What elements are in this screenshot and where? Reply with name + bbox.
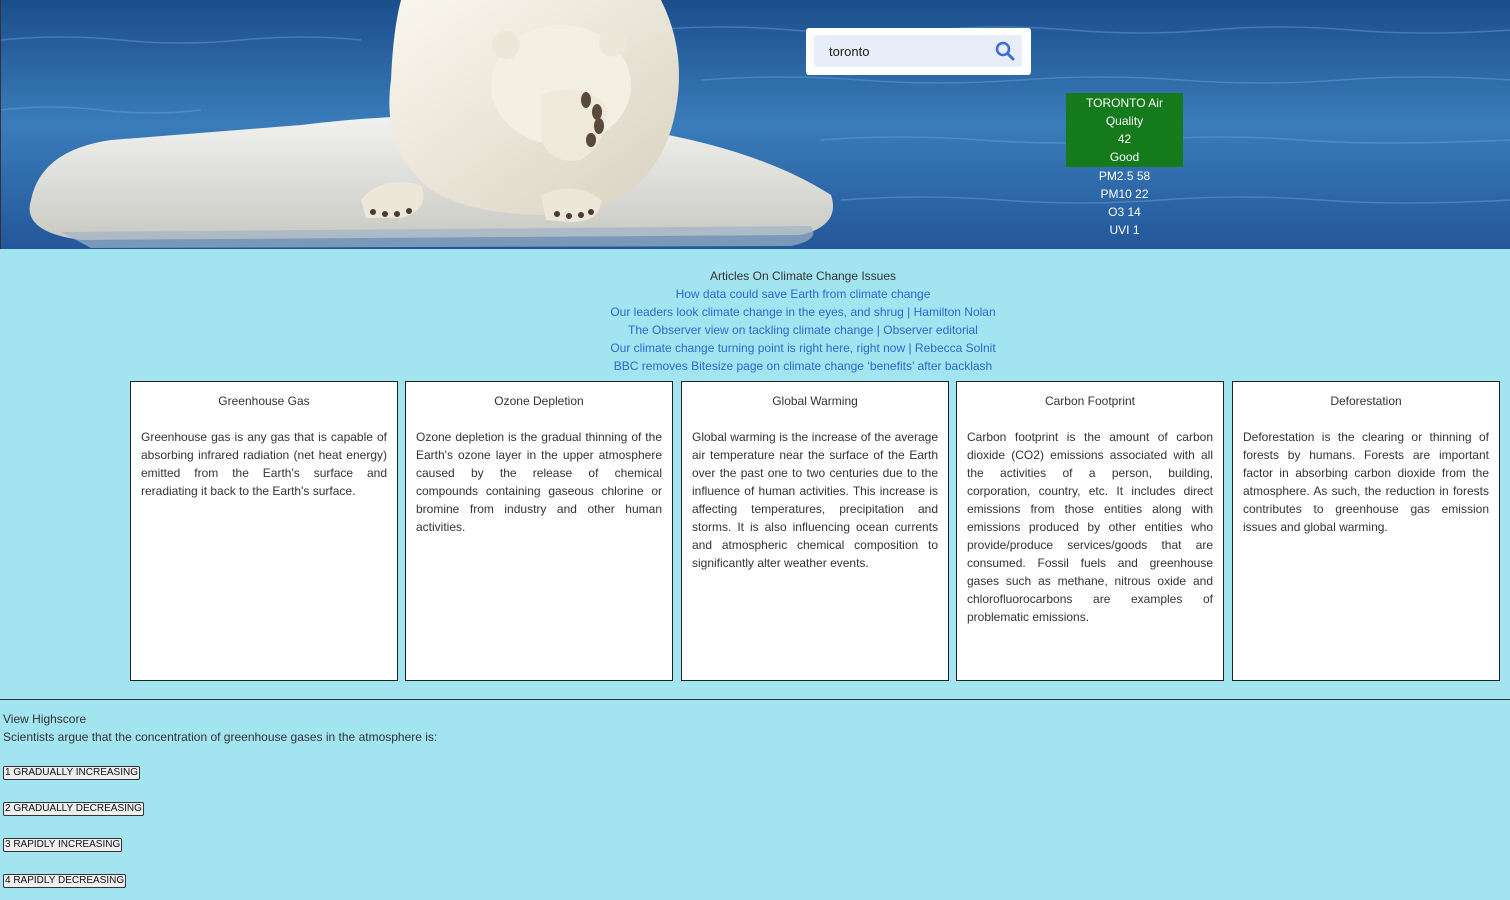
card-text: Ozone depletion is the gradual thinning … xyxy=(416,430,662,534)
info-card-greenhouse-gas: Greenhouse Gas Greenhouse gas is any gas… xyxy=(130,381,398,681)
article-link[interactable]: Our leaders look climate change in the e… xyxy=(0,303,1510,321)
air-quality-panel: TORONTO Air Quality 42 Good PM2.5 58 PM1… xyxy=(1066,93,1183,239)
search-box xyxy=(806,28,1031,75)
card-title: Ozone Depletion xyxy=(494,394,584,408)
info-card-deforestation: Deforestation Deforestation is the clear… xyxy=(1232,381,1500,681)
o3-reading: O3 14 xyxy=(1108,205,1141,219)
articles-section: Articles On Climate Change Issues How da… xyxy=(0,267,1510,375)
info-card-carbon-footprint: Carbon Footprint Carbon footprint is the… xyxy=(956,381,1224,681)
article-link[interactable]: How data could save Earth from climate c… xyxy=(0,285,1510,303)
article-link[interactable]: Our climate change turning point is righ… xyxy=(0,339,1510,357)
pm10-reading: PM10 22 xyxy=(1100,187,1149,201)
hero-banner: TORONTO Air Quality 42 Good PM2.5 58 PM1… xyxy=(0,0,1510,249)
city-search-input[interactable] xyxy=(814,35,1022,67)
quiz-section: View Highscore Scientists argue that the… xyxy=(3,710,438,888)
uvi-reading: UVI 1 xyxy=(1109,223,1140,237)
search-button[interactable] xyxy=(993,39,1017,63)
article-link[interactable]: BBC removes Bitesize page on climate cha… xyxy=(0,357,1510,375)
search-icon xyxy=(995,41,1015,61)
view-highscore-link[interactable]: View Highscore xyxy=(3,710,437,728)
answer-button-3[interactable]: 3 RAPIDLY INCREASING xyxy=(3,838,123,852)
card-text: Deforestation is the clearing or thinnin… xyxy=(1243,430,1489,534)
polar-bear-image xyxy=(1,0,1510,249)
section-divider xyxy=(0,699,1510,700)
air-quality-title: TORONTO Air Quality xyxy=(1086,96,1163,128)
card-text: Carbon footprint is the amount of carbon… xyxy=(967,430,1213,624)
air-quality-index: 42 xyxy=(1117,132,1132,146)
card-title: Deforestation xyxy=(1330,394,1402,408)
air-quality-summary: TORONTO Air Quality 42 Good xyxy=(1066,93,1183,167)
answer-button-4[interactable]: 4 RAPIDLY DECREASING xyxy=(3,874,127,888)
answer-button-1[interactable]: 1 GRADUALLY INCREASING xyxy=(3,766,141,780)
air-quality-status: Good xyxy=(1109,150,1140,164)
card-title: Global Warming xyxy=(772,394,858,408)
quiz-question: Scientists argue that the concentration … xyxy=(3,730,438,744)
info-card-ozone-depletion: Ozone Depletion Ozone depletion is the g… xyxy=(405,381,673,681)
answer-button-2[interactable]: 2 GRADUALLY DECREASING xyxy=(3,802,144,816)
card-title: Greenhouse Gas xyxy=(218,394,310,408)
card-text: Global warming is the increase of the av… xyxy=(692,430,938,570)
info-card-global-warming: Global Warming Global warming is the inc… xyxy=(681,381,949,681)
pm25-reading: PM2.5 58 xyxy=(1098,169,1151,183)
card-text: Greenhouse gas is any gas that is capabl… xyxy=(141,430,387,498)
article-link[interactable]: The Observer view on tackling climate ch… xyxy=(0,321,1510,339)
card-title: Carbon Footprint xyxy=(1044,394,1136,408)
articles-heading: Articles On Climate Change Issues xyxy=(709,269,897,283)
